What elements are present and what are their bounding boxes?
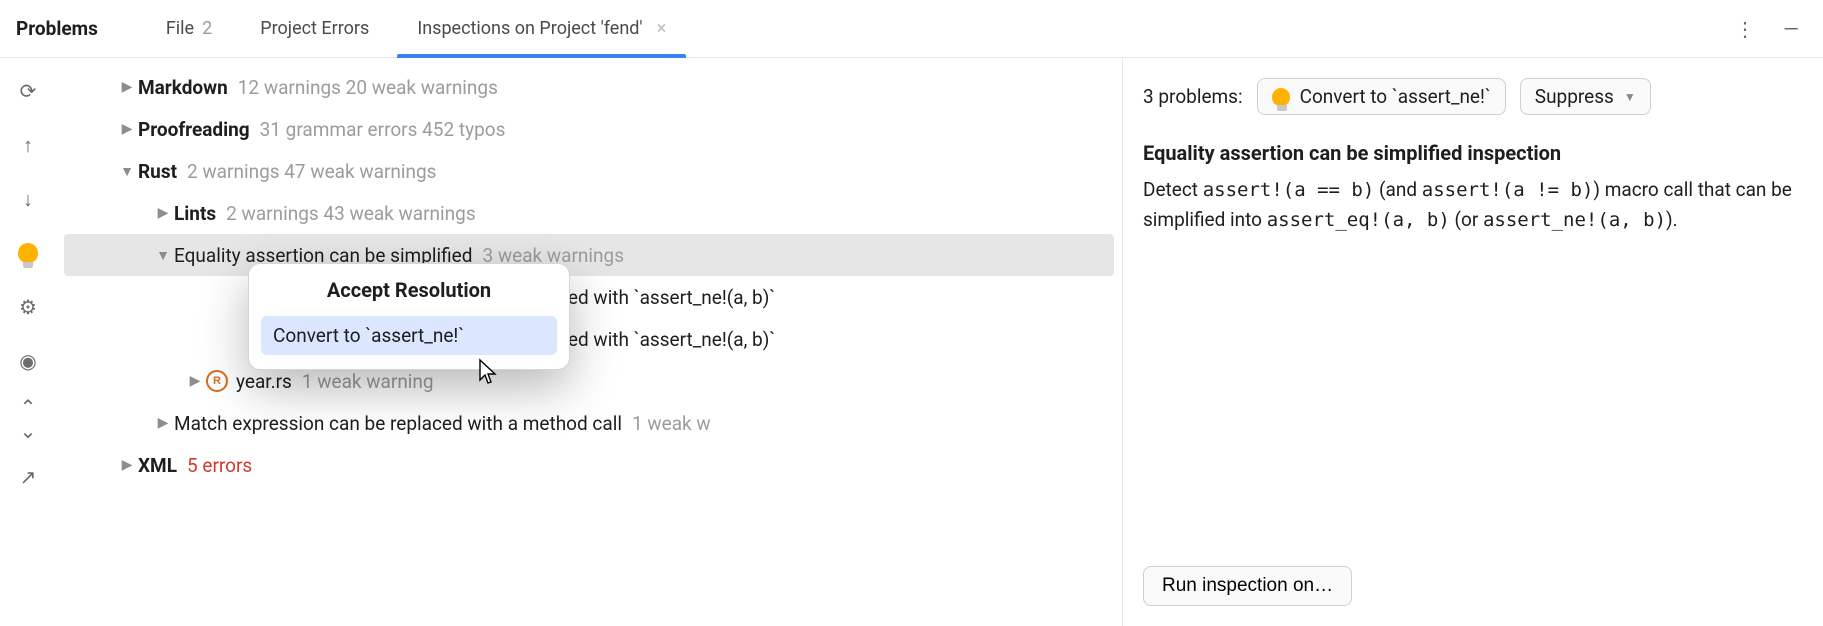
tree-node-finding[interactable]: replaced with `assert_ne!(a, b)` xyxy=(56,318,1122,360)
tab-inspections[interactable]: Inspections on Project 'fend' × xyxy=(393,0,690,57)
inspection-description: Detect assert!(a == b) (and assert!(a !=… xyxy=(1143,175,1803,236)
chevron-down-icon: ▼ xyxy=(1624,90,1636,104)
tree-node-meta: 31 grammar errors 452 typos xyxy=(260,118,506,141)
refresh-icon[interactable]: ⟳ xyxy=(9,72,47,110)
desc-code: assert!(a == b) xyxy=(1203,179,1375,201)
tree-node-proofreading[interactable]: ▶ Proofreading 31 grammar errors 452 typ… xyxy=(56,108,1122,150)
chevron-down-icon[interactable]: ▼ xyxy=(116,163,138,180)
minimize-icon[interactable]: — xyxy=(1777,15,1805,43)
chevron-right-icon[interactable]: ▶ xyxy=(116,79,138,95)
tree-node-label: Rust xyxy=(138,160,177,183)
export-icon[interactable]: ↗ xyxy=(9,458,47,496)
run-inspection-button[interactable]: Run inspection on… xyxy=(1143,566,1352,606)
tab-project-errors[interactable]: Project Errors xyxy=(236,0,393,57)
desc-text: ). xyxy=(1666,208,1678,231)
chevron-right-icon[interactable]: ▶ xyxy=(116,121,138,137)
chevron-down-icon[interactable]: ▼ xyxy=(152,247,174,264)
chevron-right-icon[interactable]: ▶ xyxy=(184,373,206,389)
tab-project-errors-label: Project Errors xyxy=(260,18,369,39)
tree-node-label: Lints xyxy=(174,202,216,225)
tree-node-meta: 2 warnings 43 weak warnings xyxy=(226,202,475,225)
tree-node-label: XML xyxy=(138,454,177,477)
tree-node-label: Markdown xyxy=(138,76,228,99)
tree-node-label: Proofreading xyxy=(138,118,250,141)
inspection-tree: ▶ Markdown 12 warnings 20 weak warnings … xyxy=(56,58,1123,626)
inspection-title: Equality assertion can be simplified ins… xyxy=(1143,141,1803,165)
problems-count-label: 3 problems: xyxy=(1143,85,1243,108)
panel-title: Problems xyxy=(16,17,98,40)
chevron-right-icon[interactable]: ▶ xyxy=(116,457,138,473)
desc-code: assert_eq!(a, b) xyxy=(1267,209,1450,231)
tree-node-label: year.rs xyxy=(236,370,292,393)
left-icon-rail: ⟳ ↑ ↓ ⚙ ◉ ⌃ ⌄ ↗ xyxy=(0,58,56,626)
chevron-right-icon[interactable]: ▶ xyxy=(152,205,174,221)
popup-item-convert[interactable]: Convert to `assert_ne!` xyxy=(261,316,557,355)
rust-file-icon: R xyxy=(206,370,228,392)
problems-tabs: File 2 Project Errors Inspections on Pro… xyxy=(142,0,690,57)
desc-code: assert_ne!(a, b) xyxy=(1483,209,1666,231)
accept-resolution-popup: Accept Resolution Convert to `assert_ne!… xyxy=(248,263,570,370)
tab-file[interactable]: File 2 xyxy=(142,0,236,57)
tab-inspections-label: Inspections on Project 'fend' xyxy=(417,18,642,39)
arrow-up-icon[interactable]: ↑ xyxy=(9,126,47,164)
desc-code: assert!(a != b) xyxy=(1422,179,1594,201)
tree-node-xml[interactable]: ▶ XML 5 errors xyxy=(56,444,1122,486)
tree-node-markdown[interactable]: ▶ Markdown 12 warnings 20 weak warnings xyxy=(56,66,1122,108)
more-vert-icon[interactable]: ⋮ xyxy=(1731,15,1759,43)
tab-file-count: 2 xyxy=(202,18,212,39)
tree-node-lints[interactable]: ▶ Lints 2 warnings 43 weak warnings xyxy=(56,192,1122,234)
inspection-details-panel: 3 problems: Convert to `assert_ne!` Supp… xyxy=(1123,58,1823,626)
bulb-icon[interactable] xyxy=(9,234,47,272)
tree-node-equality-assertion[interactable]: ▼ Equality assertion can be simplified 3… xyxy=(64,234,1114,276)
close-icon[interactable]: × xyxy=(657,18,667,39)
bulb-icon xyxy=(1272,88,1290,106)
gear-icon[interactable]: ⚙ xyxy=(9,288,47,326)
desc-text: Detect xyxy=(1143,178,1203,201)
tree-node-meta: 1 weak w xyxy=(632,412,711,435)
collapse-all-icon[interactable]: ⌄ xyxy=(9,420,47,442)
expand-all-icon[interactable]: ⌃ xyxy=(9,396,47,418)
tree-node-rust[interactable]: ▼ Rust 2 warnings 47 weak warnings xyxy=(56,150,1122,192)
quick-fix-label: Convert to `assert_ne!` xyxy=(1300,85,1491,108)
desc-text: (and xyxy=(1374,178,1421,201)
tree-node-match-expression[interactable]: ▶ Match expression can be replaced with … xyxy=(56,402,1122,444)
chevron-right-icon[interactable]: ▶ xyxy=(152,415,174,431)
problems-topbar: Problems File 2 Project Errors Inspectio… xyxy=(0,0,1823,58)
suppress-label: Suppress xyxy=(1535,85,1614,108)
arrow-down-icon[interactable]: ↓ xyxy=(9,180,47,218)
tree-node-year-rs[interactable]: ▶ R year.rs 1 weak warning xyxy=(56,360,1122,402)
tree-node-meta: 5 errors xyxy=(187,454,252,477)
tree-node-meta: 12 warnings 20 weak warnings xyxy=(238,76,498,99)
tree-node-finding[interactable]: replaced with `assert_ne!(a, b)` xyxy=(56,276,1122,318)
popup-title: Accept Resolution xyxy=(261,278,557,302)
quick-fix-button[interactable]: Convert to `assert_ne!` xyxy=(1257,78,1506,115)
tree-node-meta: 1 weak warning xyxy=(302,370,434,393)
tree-node-label: Match expression can be replaced with a … xyxy=(174,412,622,435)
tree-node-meta: 2 warnings 47 weak warnings xyxy=(187,160,436,183)
desc-text: (or xyxy=(1450,208,1483,231)
eye-icon[interactable]: ◉ xyxy=(9,342,47,380)
tab-file-label: File xyxy=(166,18,194,39)
suppress-button[interactable]: Suppress ▼ xyxy=(1520,78,1651,115)
